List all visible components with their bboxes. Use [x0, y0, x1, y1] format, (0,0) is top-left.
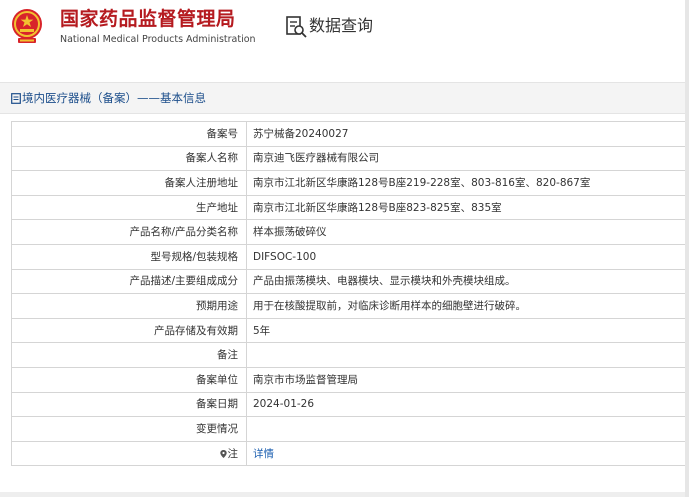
row-label: 备案单位: [11, 366, 247, 393]
table-row: 备案人注册地址 南京市江北新区华康路128号B座219-228室、803-816…: [11, 170, 689, 196]
row-label: 备注: [11, 342, 247, 368]
table-row: 备案人名称 南京迪飞医疗器械有限公司: [11, 145, 689, 172]
breadcrumb-text: 境内医疗器械（备案）——基本信息: [22, 91, 206, 105]
row-value: 详情: [246, 440, 689, 467]
row-value: 2024-01-26: [246, 391, 689, 418]
row-label: 型号规格/包装规格: [11, 243, 247, 270]
table-row: 备案号 苏宁械备20240027: [11, 121, 689, 147]
row-label: 变更情况: [11, 416, 247, 442]
table-row: 备注: [11, 342, 689, 368]
row-value: 产品由振荡模块、电器模块、显示模块和外壳模块组成。: [246, 268, 689, 295]
data-query-title: 数据查询: [309, 16, 374, 35]
national-emblem-icon: [12, 9, 42, 43]
table-row: 预期用途 用于在核酸提取前，对临床诊断用样本的细胞壁进行破碎。: [11, 293, 689, 319]
row-label: 产品描述/主要组成成分: [11, 268, 247, 295]
row-value: 5年: [246, 317, 689, 344]
scrollbar[interactable]: [685, 0, 689, 497]
row-label: 备案人注册地址: [11, 170, 247, 196]
data-query-icon: [286, 16, 307, 38]
table-row: 生产地址 南京市江北新区华康路128号B座823-825室、835室: [11, 194, 689, 221]
row-value: DIFSOC-100: [246, 243, 689, 270]
record-detail-table: 备案号 苏宁械备20240027 备案人名称 南京迪飞医疗器械有限公司 备案人注…: [11, 121, 689, 467]
row-label: 备案人名称: [11, 145, 247, 172]
row-value: 用于在核酸提取前，对临床诊断用样本的细胞壁进行破碎。: [246, 293, 689, 319]
table-row: 变更情况: [11, 416, 689, 442]
row-value: 南京迪飞医疗器械有限公司: [246, 145, 689, 172]
table-row: 备案日期 2024-01-26: [11, 391, 689, 418]
table-row: 注 详情: [11, 440, 689, 467]
page: 国家药品监督管理局 National Medical Products Admi…: [0, 0, 689, 497]
site-subtitle: National Medical Products Administration: [60, 34, 256, 45]
row-label: 注: [227, 447, 239, 460]
note-label-cell: 注: [11, 440, 247, 467]
site-header: 国家药品监督管理局 National Medical Products Admi…: [0, 0, 689, 55]
details-link[interactable]: 详情: [253, 448, 274, 460]
row-label: 备案日期: [11, 391, 247, 418]
row-label: 产品存储及有效期: [11, 317, 247, 344]
table-row: 型号规格/包装规格 DIFSOC-100: [11, 243, 689, 270]
location-pin-icon: [219, 449, 227, 458]
table-row: 产品描述/主要组成成分 产品由振荡模块、电器模块、显示模块和外壳模块组成。: [11, 268, 689, 295]
row-label: 生产地址: [11, 194, 247, 221]
table-row: 备案单位 南京市市场监督管理局: [11, 366, 689, 393]
table-row: 产品存储及有效期 5年: [11, 317, 689, 344]
breadcrumb: 境内医疗器械（备案）——基本信息: [0, 82, 689, 114]
document-icon: [11, 93, 21, 104]
row-value: 南京市江北新区华康路128号B座823-825室、835室: [246, 194, 689, 221]
footer-divider: [0, 492, 689, 497]
table-row: 产品名称/产品分类名称 样本振荡破碎仪: [11, 219, 689, 245]
row-label: 产品名称/产品分类名称: [11, 219, 247, 245]
row-value: [246, 416, 689, 442]
row-label: 预期用途: [11, 293, 247, 319]
row-value: [246, 342, 689, 368]
row-value: 样本振荡破碎仪: [246, 219, 689, 245]
row-value: 苏宁械备20240027: [246, 121, 689, 147]
row-value: 南京市江北新区华康路128号B座219-228室、803-816室、820-86…: [246, 170, 689, 196]
row-value: 南京市市场监督管理局: [246, 366, 689, 393]
row-label: 备案号: [11, 121, 247, 147]
site-title: 国家药品监督管理局: [60, 8, 236, 30]
